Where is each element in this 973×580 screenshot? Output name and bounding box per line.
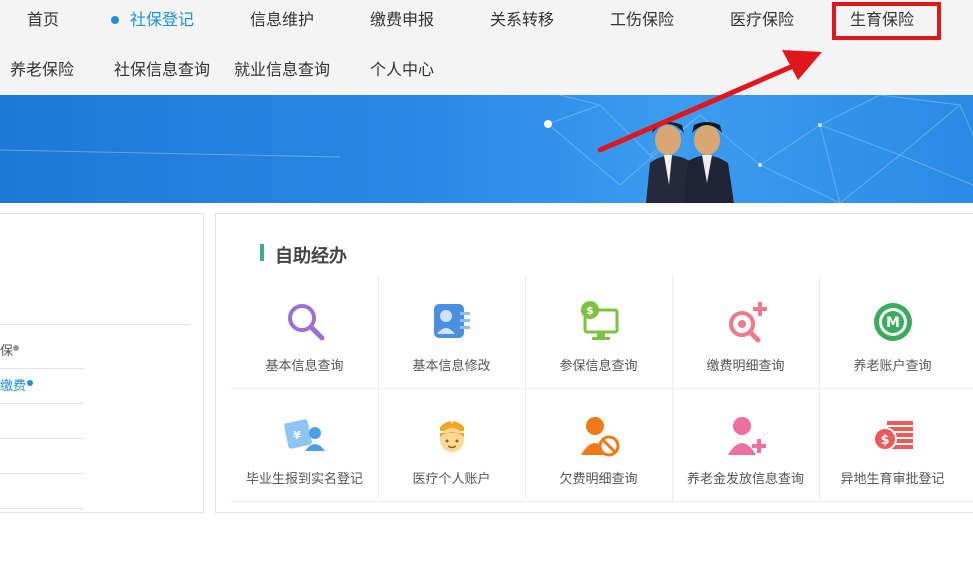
tile-graduate-registration[interactable]: ¥ 毕业生报到实名登记 (231, 393, 378, 506)
nav-medical-insurance[interactable]: 医疗保险 (730, 10, 794, 30)
divider (0, 324, 190, 325)
divider (0, 473, 84, 474)
tile-remote-maternity-approval[interactable]: $ 异地生育审批登记 (819, 393, 966, 506)
nav-employment-query[interactable]: 就业信息查询 (234, 60, 330, 80)
svg-text:M: M (886, 315, 900, 331)
tile-insurance-info-query[interactable]: $ 参保信息查询 (525, 280, 672, 393)
user-add-icon (727, 417, 766, 455)
status-dot (13, 345, 19, 351)
banner (0, 95, 973, 203)
id-card-user-icon: ¥ (283, 419, 325, 451)
tile-label: 医疗个人账户 (412, 472, 491, 487)
tile-label: 基本信息查询 (265, 359, 344, 374)
money-stack-icon: $ (872, 421, 913, 451)
nav-work-injury-insurance[interactable]: 工伤保险 (610, 10, 674, 30)
nav-personal-center[interactable]: 个人中心 (370, 60, 434, 80)
top-navigation: 首页 社保登记 信息维护 缴费申报 关系转移 工伤保险 医疗保险 生育保险 养老… (0, 0, 973, 95)
section-accent-bar (260, 244, 264, 261)
nav-info-maintenance[interactable]: 信息维护 (250, 10, 314, 30)
svg-text:¥: ¥ (293, 429, 301, 442)
active-indicator-dot (111, 16, 119, 24)
tile-basic-info-query[interactable]: 基本信息查询 (231, 280, 378, 393)
banner-network-graphic (0, 95, 973, 203)
nav-social-insurance-registration[interactable]: 社保登记 (130, 10, 194, 30)
highlight-box (832, 2, 941, 40)
tile-payment-detail-query[interactable]: 缴费明细查询 (672, 280, 819, 393)
tile-label: 养老账户查询 (853, 359, 932, 374)
left-sidebar-panel (0, 213, 204, 513)
user-card-icon (433, 304, 470, 338)
divider (0, 508, 84, 509)
tile-label: 毕业生报到实名登记 (245, 472, 363, 487)
tile-label: 缴费明细查询 (706, 359, 785, 374)
sidebar-item-label[interactable]: 缴费 (0, 375, 26, 394)
nav-payment-declaration[interactable]: 缴费申报 (370, 10, 434, 30)
status-dot (27, 380, 33, 386)
tile-pension-account-query[interactable]: M 养老账户查询 (819, 280, 966, 393)
badge-emblem-icon: M (873, 303, 912, 341)
section-title: 自助经办 (275, 246, 347, 267)
search-plus-icon (728, 302, 767, 343)
divider (0, 438, 84, 439)
nav-relationship-transfer[interactable]: 关系转移 (490, 10, 554, 30)
tile-label: 参保信息查询 (559, 359, 638, 374)
tile-medical-personal-account[interactable]: 医疗个人账户 (378, 393, 525, 506)
tile-label: 欠费明细查询 (559, 472, 638, 487)
magnifier-icon (287, 304, 324, 341)
nav-home[interactable]: 首页 (27, 10, 59, 30)
business-people-illustration (646, 122, 734, 203)
nav-pension-insurance[interactable]: 养老保险 (10, 60, 74, 80)
svg-text:$: $ (880, 433, 889, 448)
tile-pension-disbursement-query[interactable]: 养老金发放信息查询 (672, 393, 819, 506)
user-forbidden-icon (580, 417, 619, 457)
divider (0, 403, 84, 404)
tile-arrears-detail-query[interactable]: 欠费明细查询 (525, 393, 672, 506)
svg-text:$: $ (586, 304, 594, 317)
tile-basic-info-edit[interactable]: 基本信息修改 (378, 280, 525, 393)
nav-social-insurance-query[interactable]: 社保信息查询 (114, 60, 210, 80)
tile-label: 异地生育审批登记 (840, 472, 945, 487)
tile-label: 基本信息修改 (412, 359, 491, 374)
tile-label: 养老金发放信息查询 (686, 472, 804, 487)
monitor-dollar-icon: $ (580, 301, 618, 340)
nurse-icon (439, 417, 464, 452)
sidebar-item-label[interactable]: 保 (0, 340, 13, 359)
divider (0, 368, 84, 369)
